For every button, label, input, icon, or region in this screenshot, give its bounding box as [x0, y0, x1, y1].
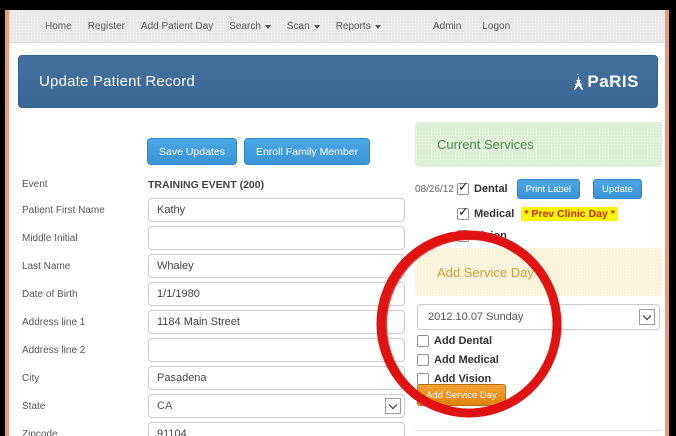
event-label: Event [22, 179, 148, 190]
middle-initial-input[interactable] [148, 226, 405, 250]
chevron-down-icon[interactable] [385, 398, 401, 414]
city-input[interactable] [148, 366, 405, 390]
add-service-day-title: Add Service Day [437, 265, 534, 280]
save-updates-button[interactable]: Save Updates [147, 138, 237, 165]
nav-item-label: Register [88, 21, 125, 32]
form-row-patient-first-name: Patient First Name [22, 198, 414, 222]
nav-left: Home Register Add Patient Day Search Scan Rep… [45, 10, 381, 42]
field-label: Last Name [22, 261, 148, 272]
chevron-down-icon [314, 25, 320, 29]
form-row-zipcode: Zipcode [22, 422, 414, 436]
add-service-day-button[interactable]: Add Service Day [417, 384, 506, 406]
nav-item-label: Logon [482, 21, 510, 32]
zipcode-input[interactable] [148, 422, 405, 436]
nav-item-label: Search [229, 21, 261, 32]
nav-right: Admin Logon [433, 10, 510, 42]
nav-item-logon[interactable]: Logon [482, 21, 510, 32]
event-value: TRAINING EVENT (200) [148, 179, 264, 191]
field-label: Address line 1 [22, 317, 148, 328]
field-label: Zipcode [22, 429, 148, 436]
chevron-down-icon [375, 25, 381, 29]
form-row-address-line-1: Address line 1 [22, 310, 414, 334]
date-of-birth-input[interactable] [148, 282, 405, 306]
field-label: Patient First Name [22, 205, 148, 216]
medical-checkbox[interactable] [457, 208, 469, 220]
service-row-dental: 08/26/12 Dental Print Label Update [415, 179, 642, 199]
nav-item-label: Scan [287, 21, 310, 32]
service-label: Vision [474, 230, 507, 242]
service-day-select-value: 2012.10.07 Sunday [428, 311, 523, 323]
state-select[interactable]: CA [148, 394, 405, 418]
vision-checkbox[interactable] [457, 230, 469, 242]
option-row-add-medical: Add Medical [417, 351, 499, 369]
nav-item-add-patient-day[interactable]: Add Patient Day [141, 21, 213, 32]
form-row-middle-initial: Middle Initial [22, 226, 414, 250]
service-row-vision: Vision [415, 226, 507, 246]
last-name-input[interactable] [148, 254, 405, 278]
current-services-panel: Current Services [415, 122, 662, 167]
service-day-select[interactable]: 2012.10.07 Sunday [417, 304, 660, 330]
patient-first-name-input[interactable] [148, 198, 405, 222]
eiffel-tower-icon [572, 74, 585, 91]
section-divider [415, 430, 662, 431]
print-label-button[interactable]: Print Label [517, 179, 580, 199]
form-row-state: State CA [22, 394, 414, 418]
form-row-address-line-2: Address line 2 [22, 338, 414, 362]
field-label: Middle Initial [22, 233, 148, 244]
nav-item-label: Home [45, 21, 72, 32]
event-row: Event TRAINING EVENT (200) [22, 176, 414, 193]
form-row-last-name: Last Name [22, 254, 414, 278]
option-label: Add Dental [434, 335, 492, 347]
nav-item-search[interactable]: Search [229, 21, 271, 32]
current-services-title: Current Services [437, 137, 534, 152]
prev-clinic-day-note: * Prev Clinic Day * [521, 207, 617, 221]
service-label: Dental [474, 183, 508, 195]
brand-text: PaRIS [587, 72, 639, 92]
add-service-day-panel: Add Service Day [415, 248, 662, 296]
action-buttons: Save Updates Enroll Family Member [147, 138, 370, 165]
service-date: 08/26/12 [415, 184, 457, 195]
nav-item-reports[interactable]: Reports [336, 21, 381, 32]
nav-item-admin[interactable]: Admin [433, 21, 461, 32]
form-row-date-of-birth: Date of Birth [22, 282, 414, 306]
nav-item-scan[interactable]: Scan [287, 21, 320, 32]
chevron-down-icon [265, 25, 271, 29]
address-line-2-input[interactable] [148, 338, 405, 362]
page-header: Update Patient Record PaRIS [18, 55, 658, 108]
top-navbar: Home Register Add Patient Day Search Scan Rep… [9, 10, 665, 43]
service-row-medical: Medical * Prev Clinic Day * [415, 204, 618, 224]
field-label: City [22, 373, 148, 384]
page-frame: Home Register Add Patient Day Search Scan Rep… [5, 10, 669, 436]
nav-item-label: Admin [433, 21, 461, 32]
update-button[interactable]: Update [593, 179, 642, 199]
field-label: Address line 2 [22, 345, 148, 356]
dental-checkbox[interactable] [457, 183, 469, 195]
page-title: Update Patient Record [39, 73, 195, 90]
service-label: Medical [474, 208, 514, 220]
enroll-family-member-button[interactable]: Enroll Family Member [244, 138, 370, 165]
select-value: CA [157, 400, 172, 412]
brand-logo: PaRIS [572, 72, 639, 92]
field-label: State [22, 401, 148, 412]
option-label: Add Medical [434, 354, 499, 366]
form-row-city: City [22, 366, 414, 390]
chevron-down-icon[interactable] [639, 309, 655, 325]
nav-item-label: Add Patient Day [141, 21, 213, 32]
nav-item-register[interactable]: Register [88, 21, 125, 32]
nav-item-label: Reports [336, 21, 371, 32]
address-line-1-input[interactable] [148, 310, 405, 334]
add-medical-checkbox[interactable] [417, 354, 429, 366]
field-label: Date of Birth [22, 289, 148, 300]
nav-item-home[interactable]: Home [45, 21, 72, 32]
add-service-options: Add DentalAdd MedicalAdd Vision [417, 332, 499, 389]
add-dental-checkbox[interactable] [417, 335, 429, 347]
option-row-add-dental: Add Dental [417, 332, 499, 350]
patient-form: Event TRAINING EVENT (200) Patient First… [22, 176, 414, 436]
form-rows: Patient First Name Middle Initial Last Nam… [22, 198, 414, 436]
